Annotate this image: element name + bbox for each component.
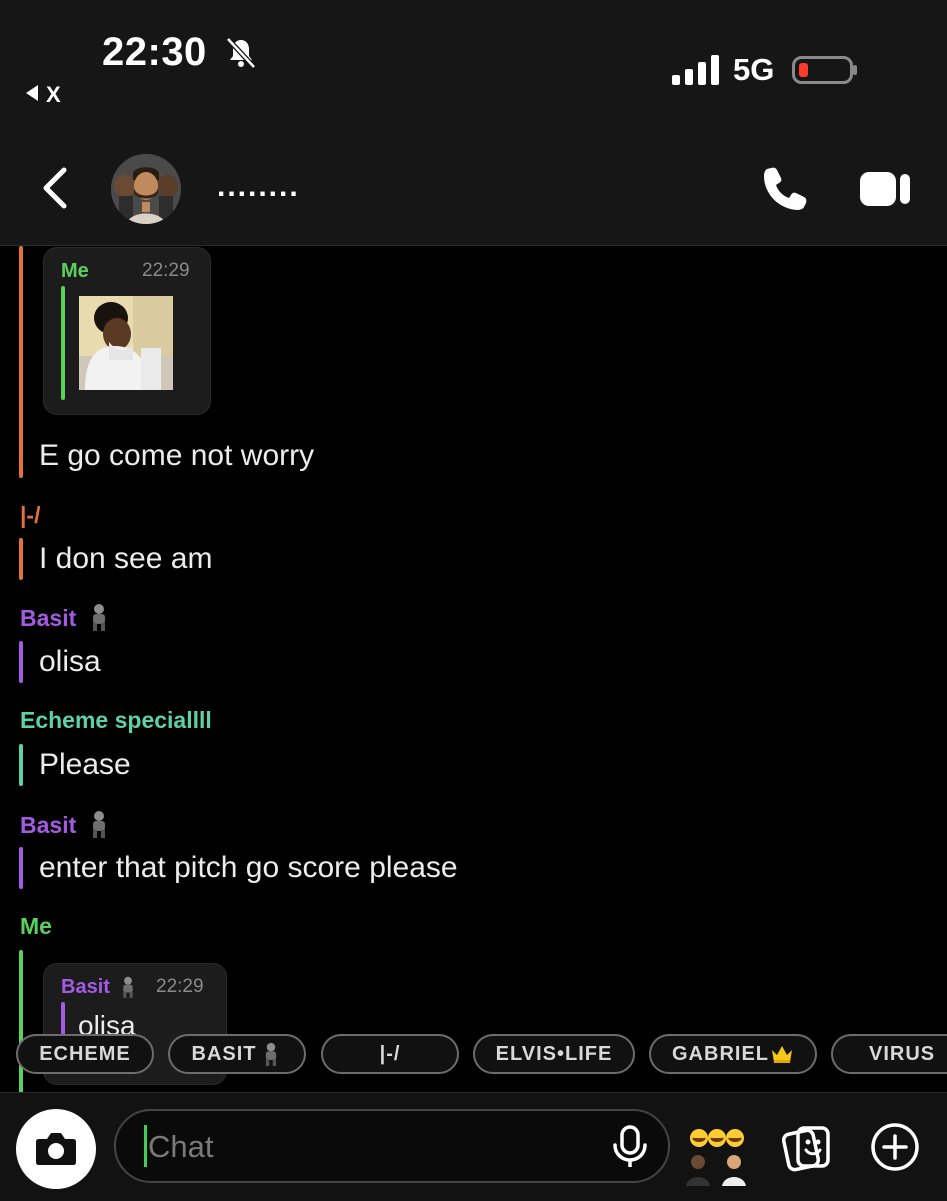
- mention-chip[interactable]: GABRIEL: [649, 1034, 817, 1074]
- chat-header: ........: [0, 140, 947, 246]
- message-sender: Me: [20, 913, 52, 939]
- bell-muted-icon: [226, 37, 256, 69]
- quoted-bar: [61, 286, 65, 400]
- sender-bar: [19, 847, 23, 889]
- video-icon[interactable]: [860, 170, 912, 208]
- snap-thumbnail[interactable]: [79, 296, 173, 390]
- sender-name: Basit: [20, 605, 77, 631]
- bitmoji-figure-icon: [92, 604, 105, 631]
- chat-input-container[interactable]: [114, 1109, 670, 1183]
- message-text: olisa: [39, 645, 101, 678]
- mention-chip-label: BASIT: [191, 1042, 257, 1065]
- back-icon[interactable]: [38, 166, 74, 210]
- sender-bar: [19, 538, 23, 580]
- message-text: E go come not worry: [39, 439, 315, 472]
- chat-input[interactable]: [146, 1123, 590, 1171]
- quoted-time: 22:29: [142, 260, 190, 281]
- avatar-bitmoji-icon: [111, 154, 181, 224]
- plus-icon[interactable]: [870, 1122, 920, 1172]
- mention-chip[interactable]: BASIT: [168, 1034, 306, 1074]
- chat-title[interactable]: ........: [217, 170, 300, 204]
- group-avatar[interactable]: [111, 154, 181, 224]
- status-time: 22:30: [102, 30, 207, 74]
- sender-name: Basit: [20, 812, 77, 838]
- back-to-app-label: X: [46, 82, 61, 107]
- message-sender: |-/: [20, 502, 41, 528]
- bitmoji-figure-icon: [265, 1042, 276, 1066]
- message-text: Please: [39, 748, 131, 781]
- network-label: 5G: [733, 52, 775, 87]
- mention-chip[interactable]: ECHEME: [16, 1034, 154, 1074]
- message-text: enter that pitch go score please: [39, 851, 458, 884]
- mention-chip[interactable]: VIRUS: [831, 1034, 947, 1074]
- message-list[interactable]: Me 22:29 E go come not worry |-/ I don s…: [0, 246, 947, 1092]
- mic-icon[interactable]: [610, 1125, 650, 1169]
- phone-icon[interactable]: [760, 165, 808, 213]
- camera-icon: [36, 1133, 76, 1165]
- battery-icon: [792, 56, 857, 84]
- message-sender: Basit: [20, 603, 113, 632]
- mention-chip-label: |-/: [379, 1042, 401, 1065]
- mention-chips: ECHEME BASIT |-/ ELVIS•LIFE GABRIEL VIRU…: [0, 1034, 947, 1078]
- bitmoji-figure-icon: [92, 811, 105, 838]
- back-to-app-link[interactable]: X: [26, 82, 61, 108]
- camera-button[interactable]: [16, 1109, 96, 1189]
- sender-bar: [19, 744, 23, 786]
- crown-icon: [772, 1046, 792, 1063]
- bitmoji-figure-icon: [123, 976, 134, 998]
- message-sender: Basit: [20, 810, 113, 839]
- signal-icon: [672, 55, 719, 85]
- mention-chip-label: VIRUS: [869, 1042, 936, 1065]
- quoted-time: 22:29: [156, 976, 204, 997]
- quoted-sender: Basit: [61, 976, 139, 999]
- quoted-sender: Me: [61, 260, 89, 282]
- status-bar: 22:30 X 5G: [0, 0, 947, 140]
- sender-bar: [19, 246, 23, 478]
- quoted-sender-name: Basit: [61, 976, 110, 998]
- back-triangle-icon: [26, 85, 38, 101]
- bitmoji-icon[interactable]: [684, 1128, 750, 1186]
- quoted-snap-card[interactable]: Me 22:29: [43, 247, 211, 415]
- mention-chip-label: ECHEME: [39, 1042, 131, 1065]
- mention-chip-label: ELVIS•LIFE: [495, 1042, 613, 1065]
- message-text: I don see am: [39, 542, 213, 575]
- message-sender: Echeme speciallll: [20, 707, 212, 733]
- sticker-icon[interactable]: [782, 1124, 832, 1172]
- mention-chip[interactable]: ELVIS•LIFE: [473, 1034, 635, 1074]
- mention-chip-label: GABRIEL: [672, 1042, 769, 1065]
- sender-bar: [19, 641, 23, 683]
- mention-chip[interactable]: |-/: [321, 1034, 459, 1074]
